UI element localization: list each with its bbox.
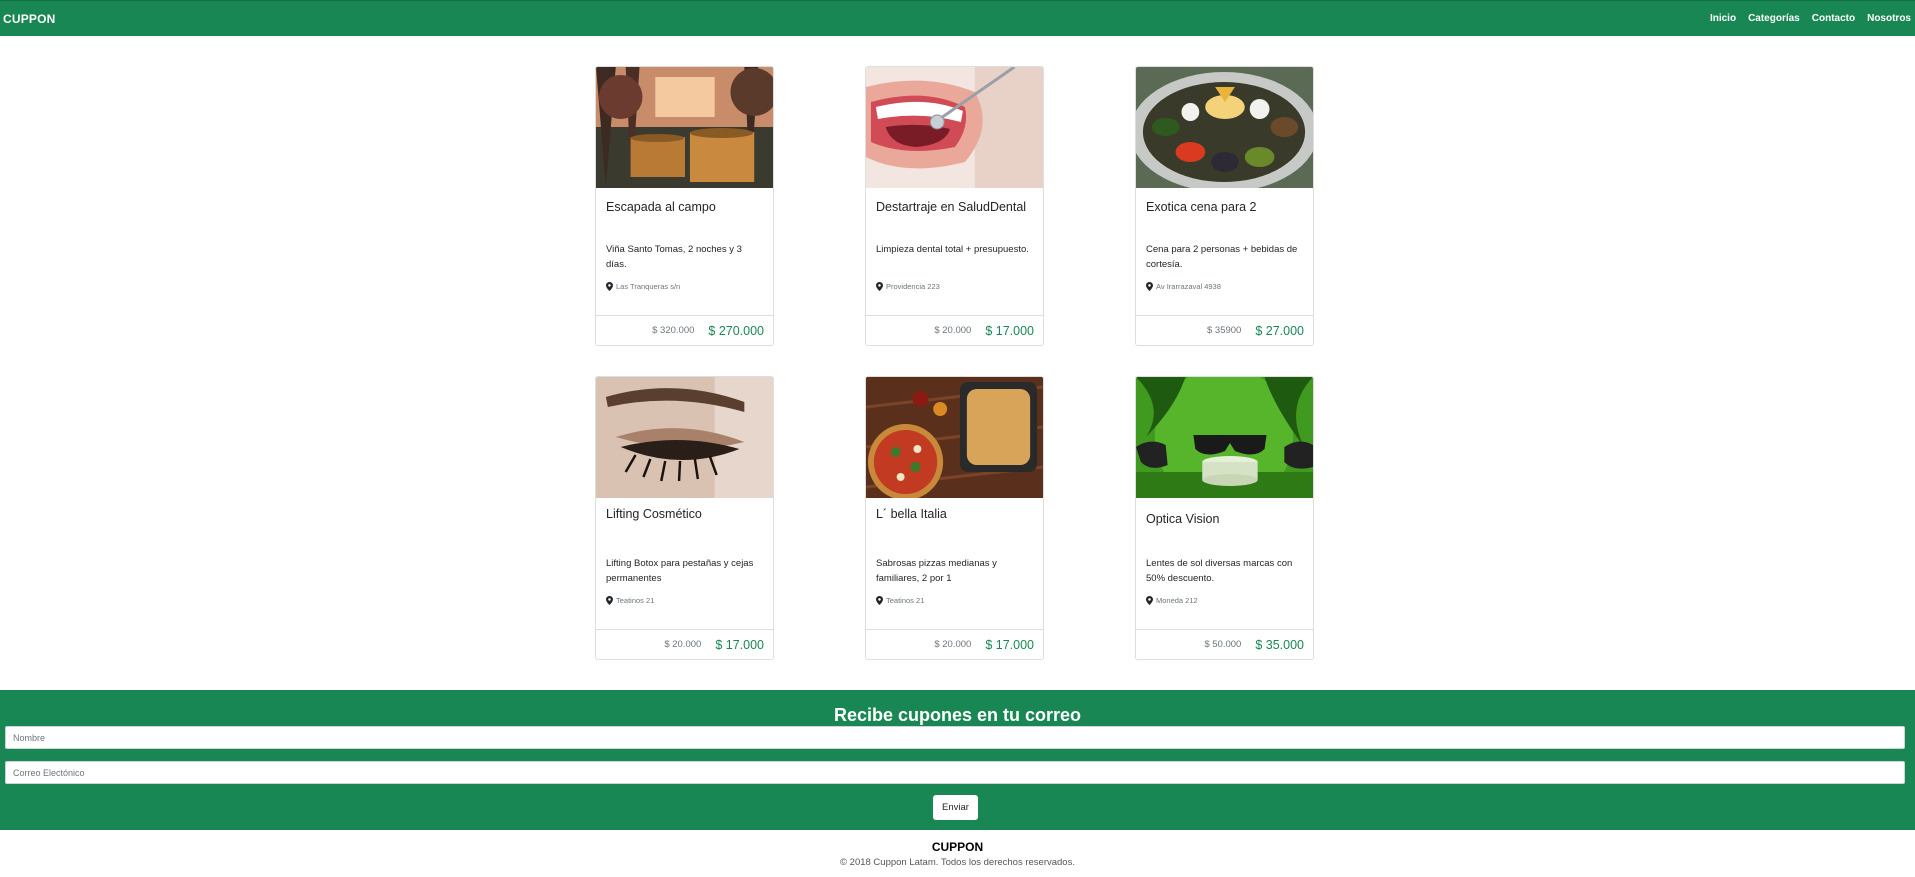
card-title: Lifting Cosmético [606, 507, 702, 521]
card-location: Av Irarrazaval 4938 [1146, 282, 1221, 291]
location-text: Las Tranqueras s/n [616, 282, 681, 291]
card-price-footer: $ 35900 $ 27.000 [1136, 315, 1313, 345]
eyelash-image [596, 377, 773, 498]
card-price-footer: $ 320.000 $ 270.000 [596, 315, 773, 345]
email-input[interactable] [5, 761, 1905, 784]
card-title: Destartraje en SaludDental [876, 200, 1027, 214]
old-price: $ 35900 [1206, 325, 1242, 336]
card-description: Limpieza dental total + presupuesto. [876, 244, 1029, 255]
location-text: Teatinos 21 [886, 596, 925, 605]
nav-link-nosotros[interactable]: Nosotros [1867, 13, 1911, 24]
coupon-card[interactable]: Escapada al campo Viña Santo Tomas, 2 no… [595, 66, 774, 346]
card-description: Cena para 2 personas + bebidas de cortes… [1146, 244, 1298, 270]
dental-smile-image [866, 67, 1043, 188]
nav-links: Inicio Categorías Contacto Nosotros [1710, 13, 1911, 24]
footer-copyright: © 2018 Cuppon Latam. Todos los derechos … [840, 857, 1075, 868]
food-platter-image [1136, 67, 1313, 188]
card-location: Teatinos 21 [606, 596, 654, 605]
nav-link-inicio[interactable]: Inicio [1710, 13, 1736, 24]
card-description: Sabrosas pizzas medianas y familiares, 2… [876, 558, 997, 584]
subscribe-title: Recibe cupones en tu correo [833, 705, 1082, 725]
card-location: Teatinos 21 [876, 596, 924, 605]
card-price-footer: $ 20.000 $ 17.000 [866, 629, 1043, 659]
map-pin-icon [1146, 596, 1153, 605]
card-price-footer: $ 50.000 $ 35.000 [1136, 629, 1313, 659]
location-text: Teatinos 21 [616, 596, 655, 605]
location-text: Providencia 223 [886, 282, 940, 291]
card-price-footer: $ 20.000 $ 17.000 [866, 315, 1043, 345]
coupon-card[interactable]: Optica Vision Lentes de sol diversas mar… [1135, 376, 1314, 660]
card-description: Lentes de sol diversas marcas con 50% de… [1146, 558, 1293, 584]
brand-logo[interactable]: CUPPON [3, 12, 56, 26]
map-pin-icon [606, 282, 613, 291]
card-title: L´ bella Italia [876, 507, 947, 521]
nav-link-categorias[interactable]: Categorías [1748, 13, 1800, 24]
map-pin-icon [876, 596, 883, 605]
location-text: Av Irarrazaval 4938 [1156, 282, 1221, 291]
coupon-card[interactable]: Destartraje en SaludDental Limpieza dent… [865, 66, 1044, 346]
card-description: Viña Santo Tomas, 2 noches y 3 días. [606, 244, 742, 270]
old-price: $ 20.000 [934, 639, 972, 650]
new-price: $ 270.000 [708, 323, 764, 338]
old-price: $ 50.000 [1204, 639, 1242, 650]
card-title: Escapada al campo [606, 200, 716, 214]
map-pin-icon [606, 596, 613, 605]
card-price-footer: $ 20.000 $ 17.000 [596, 629, 773, 659]
new-price: $ 17.000 [985, 637, 1034, 652]
location-text: Moneda 212 [1156, 596, 1198, 605]
new-price: $ 17.000 [715, 637, 764, 652]
coupon-card[interactable]: L´ bella Italia Sabrosas pizzas medianas… [865, 376, 1044, 660]
footer-brand: CUPPON [931, 840, 984, 854]
old-price: $ 320.000 [652, 325, 695, 336]
card-description: Lifting Botox para pestañas y cejas perm… [606, 558, 754, 584]
coupon-card[interactable]: Exotica cena para 2 Cena para 2 personas… [1135, 66, 1314, 346]
map-pin-icon [1146, 282, 1153, 291]
card-location: Moneda 212 [1146, 596, 1198, 605]
map-pin-icon [876, 282, 883, 291]
old-price: $ 20.000 [664, 639, 702, 650]
card-location: Las Tranqueras s/n [606, 282, 680, 291]
coupon-card[interactable]: Lifting Cosmético Lifting Botox para pes… [595, 376, 774, 660]
old-price: $ 20.000 [934, 325, 972, 336]
card-location: Providencia 223 [876, 282, 940, 291]
hot-tubs-forest-image [596, 67, 773, 188]
top-navbar: CUPPON Inicio Categorías Contacto Nosotr… [0, 0, 1915, 36]
card-title: Optica Vision [1146, 512, 1220, 526]
subscribe-section: Recibe cupones en tu correo Enviar [0, 690, 1915, 830]
new-price: $ 27.000 [1255, 323, 1304, 338]
sunglasses-image [1136, 377, 1313, 498]
pizza-image [866, 377, 1043, 498]
new-price: $ 35.000 [1255, 637, 1304, 652]
card-title: Exotica cena para 2 [1146, 200, 1257, 214]
name-input[interactable] [5, 726, 1905, 749]
send-button[interactable]: Enviar [933, 795, 978, 820]
new-price: $ 17.000 [985, 323, 1034, 338]
nav-link-contacto[interactable]: Contacto [1812, 13, 1855, 24]
